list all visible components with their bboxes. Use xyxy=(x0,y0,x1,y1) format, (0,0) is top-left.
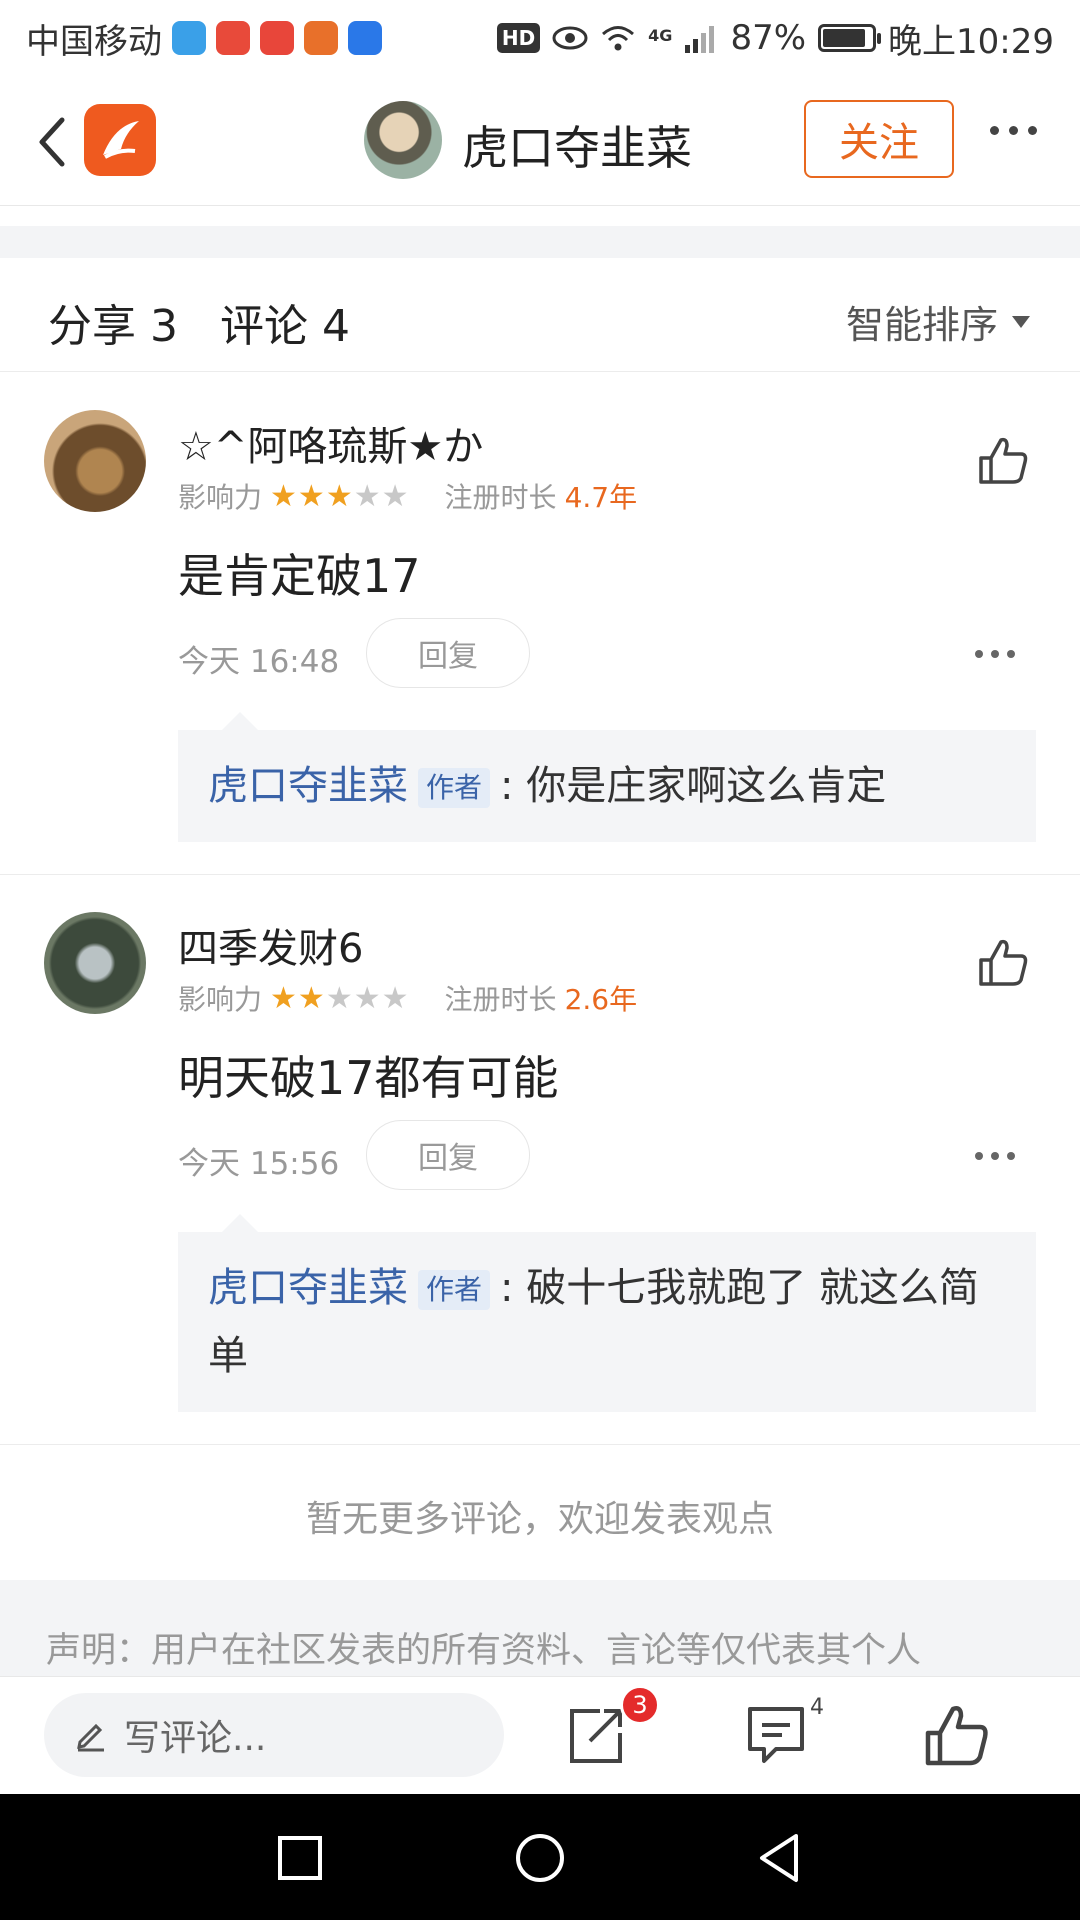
comment-more-icon[interactable] xyxy=(975,650,1015,658)
system-navigation-bar xyxy=(0,1794,1080,1920)
status-bar: 中国移动 HD 4G 87% 晚上10:29 xyxy=(0,0,1080,76)
commenter-avatar[interactable] xyxy=(44,410,146,512)
thumbs-up-icon[interactable] xyxy=(975,432,1031,488)
disclaimer-text: 声明：用户在社区发表的所有资料、言论等仅代表其个人 xyxy=(46,1631,922,1671)
commenter-avatar[interactable] xyxy=(44,912,146,1014)
app-notification-icon xyxy=(172,21,206,55)
author-reply[interactable]: 虎口夺韭菜 作者: 破十七我就跑了 就这么简单 xyxy=(178,1214,1036,1412)
app-notification-icon xyxy=(348,21,382,55)
register-label: 注册时长 xyxy=(444,983,557,1016)
write-comment-placeholder: 写评论... xyxy=(124,1718,267,1759)
more-options-icon[interactable] xyxy=(990,126,1037,135)
star-filled-icon: ★ xyxy=(297,980,325,1016)
disclaimer-section: 声明：用户在社区发表的所有资料、言论等仅代表其个人 xyxy=(0,1580,1080,1676)
battery-icon xyxy=(818,24,882,52)
caret-down-icon xyxy=(1012,315,1030,328)
clock: 晚上10:29 xyxy=(888,21,1054,62)
logo-mark-icon xyxy=(103,121,139,159)
carrier-text: 中国移动 xyxy=(26,21,162,62)
app-notification-icon xyxy=(216,21,250,55)
comment-more-icon[interactable] xyxy=(975,1152,1015,1160)
influence-label: 影响力 xyxy=(178,481,263,514)
influence-label: 影响力 xyxy=(178,983,263,1016)
top-navigation-bar: 虎口夺韭菜 关注 xyxy=(0,76,1080,206)
pencil-icon xyxy=(77,1723,104,1752)
thumbs-up-icon[interactable] xyxy=(975,934,1031,990)
battery-fill xyxy=(823,29,865,47)
divider xyxy=(0,1444,1080,1445)
no-more-comments-text: 暂无更多评论，欢迎发表观点 xyxy=(305,1499,774,1540)
comment-time: 今天 16:48 xyxy=(178,644,340,680)
signal-icon xyxy=(685,26,715,53)
reply-author-name[interactable]: 虎口夺韭菜 xyxy=(208,1265,408,1311)
back-icon[interactable] xyxy=(752,1830,808,1886)
register-duration: 4.7年 xyxy=(564,481,638,514)
register-label: 注册时长 xyxy=(444,481,557,514)
recents-icon[interactable] xyxy=(272,1830,328,1886)
author-avatar[interactable] xyxy=(364,101,442,179)
commenter-meta: 影响力 ★ ★ ★ ★ ★ 注册时长 2.6年 xyxy=(178,978,637,1018)
reply-text: : 你是庄家啊这么肯定 xyxy=(500,763,887,809)
sort-label: 智能排序 xyxy=(845,303,998,347)
star-filled-icon: ★ xyxy=(325,478,353,514)
share-count-badge: 3 xyxy=(620,1685,660,1725)
app-notification-icon xyxy=(304,21,338,55)
author-tag-badge: 作者 xyxy=(418,1270,491,1310)
commenter-name[interactable]: ☆^阿咯琉斯★か xyxy=(178,414,483,472)
star-empty-icon: ★ xyxy=(353,980,381,1016)
star-empty-icon: ★ xyxy=(381,980,409,1016)
wifi-icon xyxy=(602,26,635,51)
star-empty-icon: ★ xyxy=(325,980,353,1016)
star-empty-icon: ★ xyxy=(381,478,409,514)
network-type: 4G xyxy=(648,25,673,45)
author-reply[interactable]: 虎口夺韭菜 作者: 你是庄家啊这么肯定 xyxy=(178,712,1036,842)
commenter-meta: 影响力 ★ ★ ★ ★ ★ 注册时长 4.7年 xyxy=(178,476,637,516)
tab-comment[interactable]: 评论 4 xyxy=(220,290,350,354)
reply-button[interactable]: 回复 xyxy=(366,618,530,688)
app-logo-icon[interactable] xyxy=(84,104,156,176)
comment-icon[interactable] xyxy=(740,1699,812,1771)
author-name[interactable]: 虎口夺韭菜 xyxy=(462,112,692,178)
star-filled-icon: ★ xyxy=(297,478,325,514)
commenter-name[interactable]: 四季发财6 xyxy=(178,916,363,974)
tab-share[interactable]: 分享 3 xyxy=(48,290,178,354)
sort-dropdown[interactable]: 智能排序 xyxy=(846,294,1030,349)
comment-text: 是肯定破17 xyxy=(178,549,421,603)
write-comment-input[interactable]: 写评论... xyxy=(44,1693,504,1777)
influence-stars: ★ ★ ★ ★ ★ xyxy=(270,479,409,514)
eye-icon xyxy=(552,26,588,50)
influence-stars: ★ ★ ★ ★ ★ xyxy=(270,981,409,1016)
comment-time: 今天 15:56 xyxy=(178,1146,340,1182)
section-separator xyxy=(0,226,1080,258)
follow-button[interactable]: 关注 xyxy=(804,100,954,178)
home-icon[interactable] xyxy=(512,1830,568,1886)
app-notification-icon xyxy=(260,21,294,55)
author-tag-badge: 作者 xyxy=(418,768,491,808)
hd-icon: HD xyxy=(496,23,541,53)
divider xyxy=(0,874,1080,875)
comment-tabs: 分享 3 评论 4 智能排序 xyxy=(0,258,1080,372)
star-filled-icon: ★ xyxy=(270,980,297,1016)
bottom-action-bar: 写评论... 3 4 xyxy=(0,1676,1080,1794)
reply-button[interactable]: 回复 xyxy=(366,1120,530,1190)
comment-text: 明天破17都有可能 xyxy=(178,1051,559,1105)
star-empty-icon: ★ xyxy=(353,478,381,514)
register-duration: 2.6年 xyxy=(564,983,638,1016)
battery-percent: 87% xyxy=(730,18,807,58)
reply-author-name[interactable]: 虎口夺韭菜 xyxy=(208,763,408,809)
comment-count: 4 xyxy=(810,1695,824,1720)
star-filled-icon: ★ xyxy=(270,478,297,514)
thumbs-up-icon[interactable] xyxy=(920,1699,992,1771)
back-arrow-icon[interactable] xyxy=(30,112,80,172)
